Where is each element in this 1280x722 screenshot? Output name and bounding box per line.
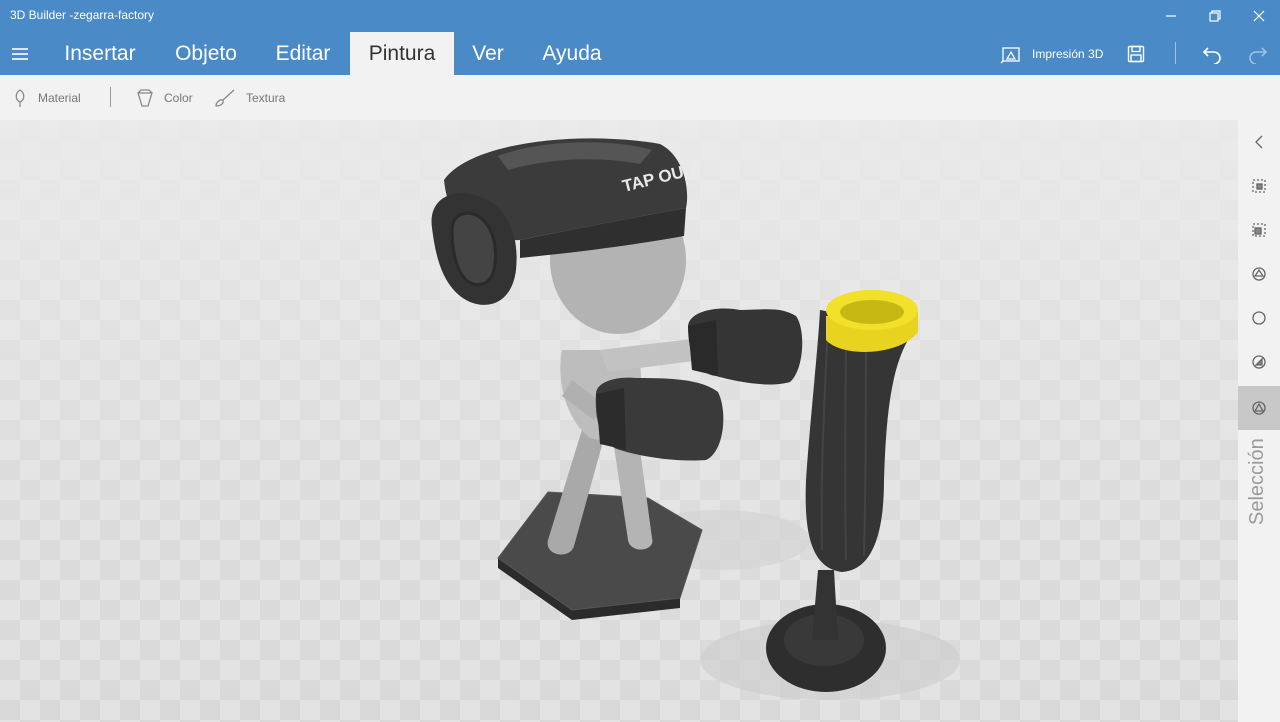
boxer-model-scene[interactable]: TAP OUT (0, 120, 1238, 722)
material-tool[interactable]: Material (12, 75, 81, 120)
tab-insertar[interactable]: Insertar (48, 32, 152, 75)
toolbar-divider (110, 87, 111, 107)
select-all-button[interactable] (1238, 164, 1280, 208)
tab-objeto[interactable]: Objeto (156, 32, 256, 75)
undo-icon (1202, 46, 1221, 64)
paint-bucket-icon (137, 88, 153, 107)
redo-button[interactable] (1240, 32, 1276, 75)
face-select-icon (1252, 355, 1266, 369)
restore-icon (1209, 10, 1221, 22)
color-label: Color (164, 90, 193, 105)
material-label: Material (38, 90, 81, 105)
tab-ver[interactable]: Ver (458, 32, 518, 75)
tab-editar[interactable]: Editar (260, 32, 346, 75)
circle-select-button[interactable] (1238, 296, 1280, 340)
3d-viewport[interactable]: TAP OUT (0, 120, 1238, 722)
texture-label: Textura (246, 90, 286, 105)
mesh-icon (1252, 267, 1266, 281)
select-object-button[interactable] (1238, 208, 1280, 252)
material-icon (15, 88, 25, 107)
title-bar: 3D Builder -zegarra-factory (0, 0, 1280, 32)
chevron-left-icon (1255, 135, 1263, 149)
save-icon (1127, 45, 1145, 62)
print-3d-button[interactable]: Impresión 3D (1000, 32, 1103, 75)
close-button[interactable] (1236, 0, 1280, 32)
paint-toolbar: Material Color Textura (0, 75, 1280, 120)
selection-mode-button[interactable] (1238, 386, 1280, 430)
selection-panel-label: Selección (1246, 438, 1268, 525)
minimize-button[interactable] (1148, 0, 1194, 32)
circle-icon (1252, 311, 1266, 325)
brush-icon (215, 89, 235, 107)
side-panel (1238, 120, 1280, 722)
close-icon (1253, 10, 1265, 22)
menu-divider (1175, 42, 1176, 64)
minimize-icon (1166, 15, 1176, 17)
select-object-icon (1252, 223, 1266, 237)
hexagon-base (497, 491, 703, 620)
restore-button[interactable] (1192, 0, 1238, 32)
window-title: 3D Builder -zegarra-factory (10, 8, 155, 22)
select-all-icon (1252, 179, 1266, 193)
triangle-select-icon (1252, 401, 1266, 415)
save-button[interactable] (1118, 32, 1154, 75)
mesh-select-button[interactable] (1238, 252, 1280, 296)
undo-button[interactable] (1194, 32, 1230, 75)
tab-ayuda[interactable]: Ayuda (522, 32, 622, 75)
print-3d-icon (1000, 46, 1020, 63)
face-select-button[interactable] (1238, 340, 1280, 384)
print-3d-label: Impresión 3D (1032, 46, 1104, 61)
texture-tool[interactable]: Textura (214, 75, 285, 120)
hamburger-icon (12, 47, 28, 60)
tab-pintura[interactable]: Pintura (350, 32, 454, 75)
menu-bar: Insertar Objeto Editar Pintura Ver Ayuda… (0, 32, 1280, 75)
redo-icon (1249, 46, 1268, 64)
hamburger-menu-button[interactable] (0, 32, 40, 75)
collapse-panel-button[interactable] (1238, 120, 1280, 164)
color-tool[interactable]: Color (136, 75, 193, 120)
